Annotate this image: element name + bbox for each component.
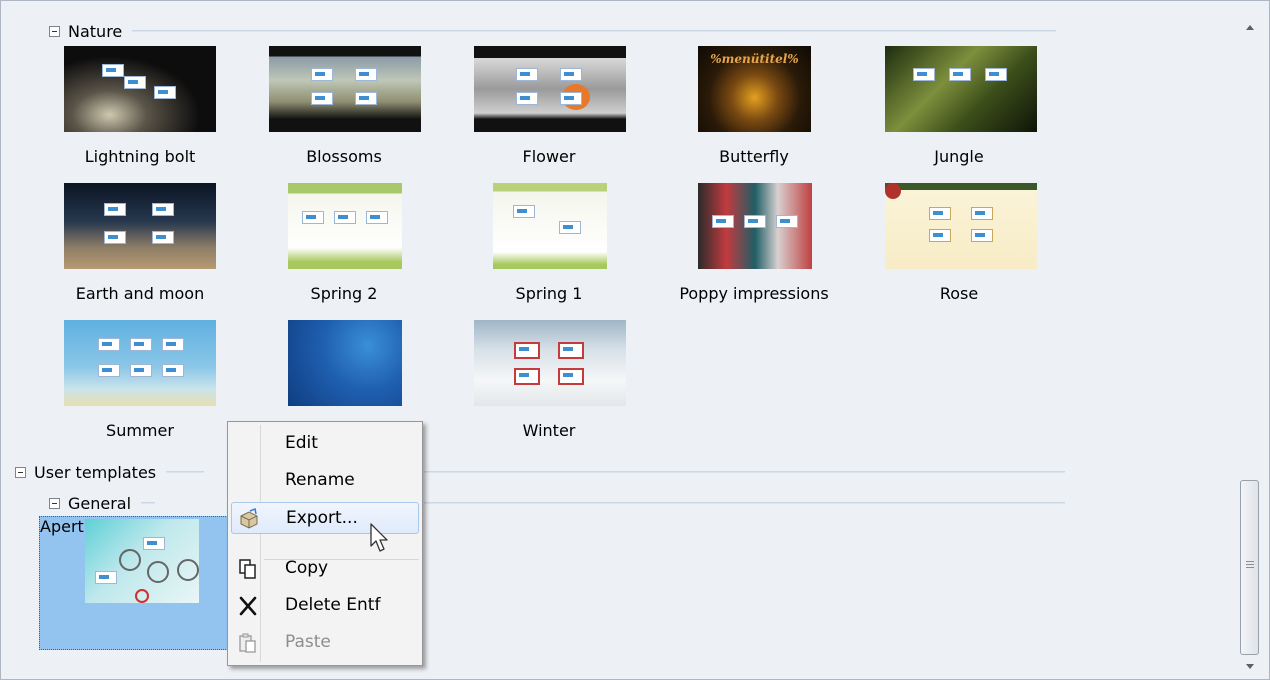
collapse-toggle-icon[interactable]: [49, 25, 60, 37]
menu-item-delete[interactable]: Delete Entf: [231, 590, 419, 622]
group-label: General: [68, 493, 132, 513]
menu-item-paste[interactable]: Paste: [231, 627, 419, 659]
scroll-down-arrow-icon[interactable]: [1238, 655, 1261, 679]
paste-icon: [237, 632, 259, 654]
menu-item-label: Paste: [285, 632, 331, 652]
thumbnail: [64, 183, 216, 269]
template-caption: Butterfly: [719, 147, 789, 166]
group-header-user-templates[interactable]: User templates: [15, 461, 205, 483]
template-item-rose[interactable]: Rose: [859, 183, 1059, 308]
thumbnail-title-text: %menütitel%: [710, 52, 799, 66]
thumbnail: [698, 183, 812, 269]
scroll-up-arrow-icon[interactable]: [1238, 16, 1261, 40]
template-item-aperture[interactable]: Aperture: [39, 516, 234, 650]
arrow-cursor-icon: [369, 522, 393, 556]
template-caption: Earth and moon: [75, 284, 205, 303]
template-caption: Blossoms: [306, 147, 382, 166]
thumbnail: [885, 183, 1037, 269]
group-divider: [424, 502, 1065, 504]
template-item-lightning-bolt[interactable]: Lightning bolt: [40, 46, 240, 171]
scrollbar-thumb[interactable]: [1240, 480, 1259, 655]
vertical-scrollbar[interactable]: [1238, 10, 1261, 679]
menu-item-edit[interactable]: Edit: [231, 428, 419, 460]
thumbnail: [269, 46, 421, 132]
group-divider: [424, 471, 1065, 473]
collapse-toggle-icon[interactable]: [49, 497, 60, 509]
menu-item-label: Rename: [285, 470, 355, 490]
thumbnail: [64, 46, 216, 132]
template-caption: Poppy impressions: [679, 284, 829, 303]
template-item-flower[interactable]: Flower: [449, 46, 649, 171]
thumbnail: [474, 46, 626, 132]
template-caption: Rose: [939, 284, 979, 303]
group-divider: [141, 502, 156, 504]
template-caption: Summer: [106, 421, 174, 440]
template-item-hidden[interactable]: [244, 320, 444, 410]
collapse-toggle-icon[interactable]: [15, 466, 26, 478]
template-item-spring2[interactable]: Spring 2: [244, 183, 444, 308]
scissors-x-icon: [237, 595, 259, 617]
template-caption: Lightning bolt: [84, 147, 196, 166]
menu-item-label: Copy: [285, 558, 329, 578]
group-label: User templates: [34, 462, 157, 482]
template-caption: Flower: [522, 147, 576, 166]
thumbnail: [85, 519, 199, 603]
template-caption: Winter: [522, 421, 576, 440]
group-header-nature[interactable]: Nature: [49, 20, 1057, 42]
thumbnail: [288, 183, 402, 269]
context-menu: Edit Rename Export... Copy Delete Entf P…: [227, 421, 423, 666]
thumbnail: [474, 320, 626, 406]
group-divider: [132, 30, 1057, 32]
thumbnail: [493, 183, 607, 269]
template-item-winter[interactable]: Winter: [449, 320, 649, 445]
template-item-spring1[interactable]: Spring 1: [449, 183, 649, 308]
template-item-earth-and-moon[interactable]: Earth and moon: [40, 183, 240, 308]
template-caption: Spring 2: [310, 284, 378, 303]
menu-item-label: Export...: [286, 508, 358, 528]
group-header-general[interactable]: General: [49, 492, 156, 514]
template-item-summer[interactable]: Summer: [40, 320, 240, 445]
template-caption: Jungle: [934, 147, 984, 166]
template-item-jungle[interactable]: Jungle: [859, 46, 1059, 171]
template-caption: Spring 1: [515, 284, 583, 303]
menu-item-label: Edit: [285, 433, 318, 453]
menu-item-label: Delete Entf: [285, 595, 381, 615]
template-item-blossoms[interactable]: Blossoms: [244, 46, 444, 171]
template-item-butterfly[interactable]: %menütitel% Butterfly: [654, 46, 854, 171]
thumbnail: [64, 320, 216, 406]
template-browser-panel: Nature Lightning bolt Blossoms Flower %m…: [0, 0, 1270, 680]
template-item-poppy-impressions[interactable]: Poppy impressions: [654, 183, 854, 308]
menu-item-copy[interactable]: Copy: [231, 553, 419, 585]
grip-icon: [1246, 561, 1254, 570]
group-label: Nature: [68, 21, 123, 41]
thumbnail: [288, 320, 402, 406]
thumbnail: [885, 46, 1037, 132]
menu-item-rename[interactable]: Rename: [231, 465, 419, 497]
copy-icon: [237, 558, 259, 580]
group-divider: [166, 471, 205, 473]
package-icon: [238, 507, 260, 530]
thumbnail: %menütitel%: [698, 46, 811, 132]
